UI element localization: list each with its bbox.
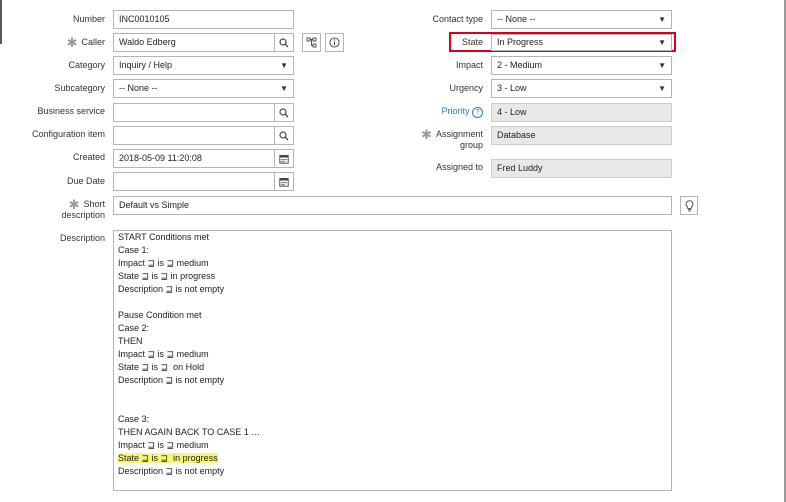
description-line: Case 2: [118, 323, 150, 333]
chevron-down-icon: ▼ [658, 15, 666, 24]
description-label: Description [59, 233, 105, 243]
search-icon [279, 107, 289, 117]
description-line: Description ⊒ is not empty [118, 375, 225, 385]
description-line [118, 387, 667, 400]
priority-label[interactable]: Priority ? [380, 106, 483, 118]
description-textarea[interactable]: START Conditions met Case 1: Impact ⊒ is ⊒… [113, 230, 672, 491]
urgency-select[interactable]: 3 - Low ▼ [491, 79, 672, 98]
caller-search-button[interactable] [274, 33, 294, 52]
chevron-down-icon: ▼ [280, 61, 288, 70]
created-label: Created [72, 152, 105, 162]
description-line: THEN [118, 336, 143, 346]
caller-tree-button[interactable] [302, 33, 321, 52]
description-line: Description ⊒ is not empty [118, 466, 225, 476]
suggestion-button[interactable] [680, 196, 698, 215]
assignment-group-field: Database [491, 126, 672, 145]
chevron-down-icon: ▼ [658, 84, 666, 93]
calendar-icon [279, 154, 289, 164]
description-line: Case 3: [118, 414, 150, 424]
description-line: State ⊒ is ⊒ in progress [118, 452, 667, 465]
created-field[interactable]: 2018-05-09 11:20:08 [113, 149, 275, 168]
due-date-label: Due Date [66, 176, 105, 186]
number-label: Number [72, 14, 105, 24]
description-line: Case 1: [118, 245, 150, 255]
short-description-field[interactable]: Default vs Simple [113, 196, 672, 215]
category-label: Category [68, 60, 105, 70]
category-select[interactable]: Inquiry / Help ▼ [113, 56, 294, 75]
description-line: Impact ⊒ is ⊒ medium [118, 349, 209, 359]
chevron-down-icon: ▼ [658, 61, 666, 70]
search-icon [279, 37, 289, 47]
configuration-item-field[interactable] [113, 126, 275, 145]
contact-type-label: Contact type [432, 14, 483, 24]
impact-select[interactable]: 2 - Medium ▼ [491, 56, 672, 75]
tree-icon [306, 37, 317, 48]
description-line: Description ⊒ is not empty [118, 284, 225, 294]
impact-label: Impact [455, 60, 483, 70]
calendar-icon [279, 177, 289, 187]
description-line: THEN AGAIN BACK TO CASE 1 … [118, 427, 261, 437]
highlighted-text: State ⊒ is ⊒ in progress [118, 453, 218, 463]
business-service-field[interactable] [113, 103, 275, 122]
created-calendar-button[interactable] [274, 149, 294, 168]
caller-info-button[interactable] [325, 33, 344, 52]
business-service-label: Business service [37, 106, 105, 116]
state-label: State [461, 37, 483, 47]
search-icon [279, 130, 289, 140]
description-line: Impact ⊒ is ⊒ medium [118, 440, 209, 450]
required-icon: ✱ [66, 35, 78, 50]
description-line [118, 400, 667, 413]
priority-field: 4 - Low [491, 103, 672, 122]
description-lines: START Conditions met Case 1: Impact ⊒ is ⊒… [118, 231, 667, 478]
chevron-down-icon: ▼ [658, 38, 666, 47]
assigned-to-field: Fred Luddy [491, 159, 672, 178]
description-line [118, 296, 667, 309]
configuration-item-label: Configuration item [31, 129, 105, 139]
help-icon[interactable]: ? [472, 107, 483, 118]
description-line: Pause Condition met [118, 310, 202, 320]
short-description-label: ✱ Short description [61, 197, 105, 220]
assignment-group-label: ✱ Assignment group [421, 127, 483, 150]
required-icon: ✱ [421, 127, 432, 142]
description-line: START Conditions met [118, 232, 210, 242]
contact-type-select[interactable]: -- None -- ▼ [491, 10, 672, 29]
urgency-label: Urgency [449, 83, 483, 93]
business-service-search-button[interactable] [274, 103, 294, 122]
subcategory-select[interactable]: -- None -- ▼ [113, 79, 294, 98]
assigned-to-label: Assigned to [435, 162, 483, 172]
state-select[interactable]: In Progress ▼ [491, 34, 672, 51]
due-date-field[interactable] [113, 172, 275, 191]
due-date-calendar-button[interactable] [274, 172, 294, 191]
lightbulb-icon [685, 199, 693, 211]
subcategory-label: Subcategory [54, 83, 105, 93]
description-line: State ⊒ is ⊒ in progress [118, 271, 216, 281]
number-field[interactable]: INC0010105 [113, 10, 294, 29]
info-icon [329, 37, 340, 48]
chevron-down-icon: ▼ [280, 84, 288, 93]
caller-field[interactable]: Waldo Edberg [113, 33, 275, 52]
description-line: State ⊒ is ⊒ on Hold [118, 362, 205, 372]
caller-label: ✱ Caller [66, 35, 105, 50]
description-line: Impact ⊒ is ⊒ medium [118, 258, 209, 268]
configuration-item-search-button[interactable] [274, 126, 294, 145]
